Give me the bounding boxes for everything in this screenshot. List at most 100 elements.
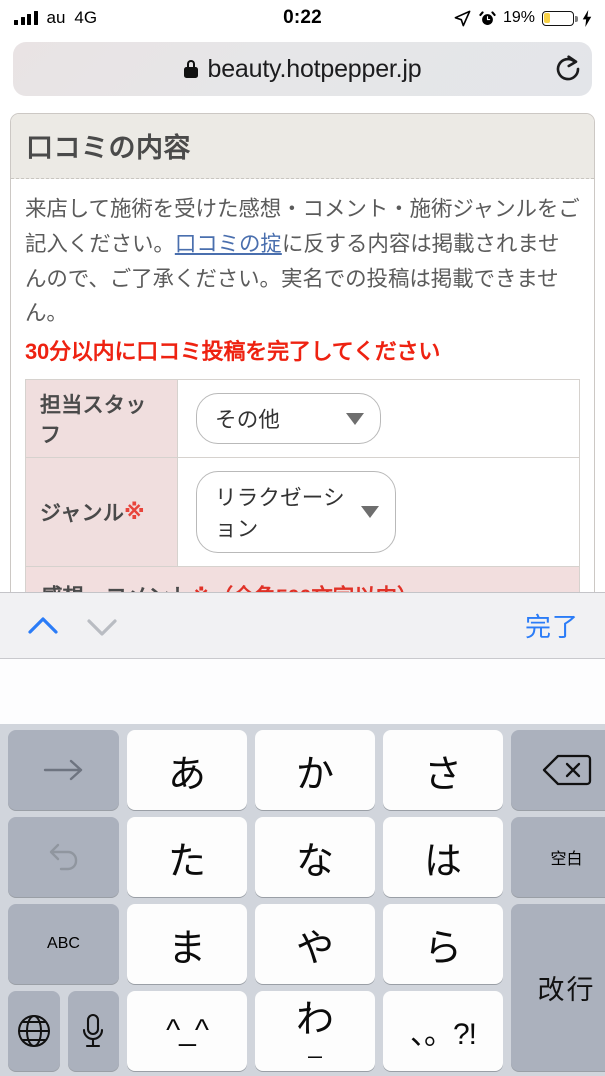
card-body: 来店して施術を受けた感想・コメント・施術ジャンルをご記入ください。口コミの掟に反… [11,179,594,592]
page-title: 口コミの内容 [26,133,191,163]
keyboard-right-column: 空白 改行 [507,730,605,1071]
next-candidate-key[interactable] [8,730,119,810]
comment-section-header: 感想・コメント※（全角500文字以内） [25,567,580,592]
chevron-down-icon[interactable] [81,605,123,647]
status-bar: au 4G 0:22 19% [0,0,605,36]
phone-screen: au 4G 0:22 19% beauty.hotpepper.jp 口コミの内… [0,0,605,1076]
staff-select[interactable]: その他 [196,393,381,445]
label-genre: ジャンル ※ [26,458,178,567]
emoticon-key[interactable]: ^_^ [127,991,247,1071]
key-sa-label: さ [423,753,462,796]
return-key[interactable]: 改行 [511,904,605,1071]
key-ra-label: ら [423,927,462,970]
required-mark-comment: ※ [191,585,212,592]
reload-icon[interactable] [553,54,583,84]
key-na[interactable]: な [255,817,375,897]
charging-bolt-icon [582,9,592,27]
key-a[interactable]: あ [127,730,247,810]
genre-select[interactable]: リラクゼーション [196,471,396,554]
form-row-staff: 担当スタッフ その他 [26,380,579,459]
battery-percent-label: 19% [502,9,535,26]
undo-key[interactable] [8,817,119,897]
key-wa-sub-label: _ [308,1032,322,1060]
dictation-key[interactable] [67,991,119,1071]
globe-icon [17,1015,50,1047]
keyboard-row-1-left [4,730,123,810]
key-ha-label: は [423,840,462,883]
time-limit-warning: 30分以内に口コミ投稿を完了してください [25,339,441,365]
punctuation-key-label: 、。?! [409,1018,477,1051]
key-ka[interactable]: か [255,730,375,810]
done-button[interactable]: 完了 [525,607,579,644]
field-staff: その他 [178,380,579,458]
key-ka-label: か [295,753,334,796]
keyboard-row-2: た な は [123,817,507,897]
keyboard-row-4: ^_^ わ _ 、。?! [123,991,507,1071]
return-key-label: 改行 [537,975,596,1005]
key-ta-label: た [167,840,206,883]
alarm-clock-icon [479,10,496,25]
key-ta[interactable]: た [127,817,247,897]
keyboard-grid: ABC あ か さ た な は ま や ら ^_^ わ _ 、。?! 空白 改行 [4,730,605,1071]
location-arrow-icon [454,10,471,26]
key-wa-stack: わ _ [295,998,334,1060]
comment-label: 感想・コメント [41,585,191,592]
punctuation-key[interactable]: 、。?! [383,991,503,1071]
keyboard-row-4-left [4,991,123,1071]
staff-select-value: その他 [215,408,281,433]
key-ya-label: や [295,927,334,970]
card-header: 口コミの内容 [11,114,594,179]
keyboard-row-2-right: 空白 [507,817,605,897]
key-ya[interactable]: や [255,904,375,984]
space-key-label: 空白 [550,851,583,868]
form-row-genre: ジャンル ※ リラクゼーション [26,458,579,568]
key-wa-label: わ [295,998,334,1041]
keyboard-row-3-left: ABC [4,904,123,984]
keyboard-left-column: ABC [4,730,123,1071]
chevron-down-icon [346,412,364,425]
emoticon-key-label: ^_^ [166,1014,209,1047]
space-key[interactable]: 空白 [511,817,605,897]
key-ra[interactable]: ら [383,904,503,984]
keyboard-accessory-bar: 完了 [0,592,605,659]
keyboard-row-3: ま や ら [123,904,507,984]
accessory-nav-group [22,605,123,647]
review-form-card: 口コミの内容 来店して施術を受けた感想・コメント・施術ジャンルをご記入ください。… [10,113,595,592]
form-description: 来店して施術を受けた感想・コメント・施術ジャンルをご記入ください。口コミの掟に反… [25,192,580,331]
genre-select-value: リラクゼーション [215,486,345,542]
battery-icon [542,10,578,26]
keyboard-rows-3-4-right: 改行 [507,904,605,1071]
backspace-icon [542,754,591,786]
key-a-label: あ [167,753,206,796]
key-sa[interactable]: さ [383,730,503,810]
key-wa[interactable]: わ _ [255,991,375,1071]
abc-mode-key[interactable]: ABC [8,904,119,984]
microphone-icon [83,1013,104,1048]
keyboard-gap-area [0,659,605,724]
key-na-label: な [295,840,334,883]
chevron-down-icon [361,506,379,519]
status-bar-right: 19% [453,9,593,28]
keyboard-row-1: あ か さ [123,730,507,810]
chevron-up-icon[interactable] [22,605,64,647]
backspace-key[interactable] [511,730,605,810]
key-ma-label: ま [167,927,206,970]
lock-icon [183,60,198,78]
undo-arrow-icon [49,843,77,871]
globe-key[interactable] [8,991,60,1071]
keyboard-row-2-left [4,817,123,897]
keyboard-row-1-right [507,730,605,810]
comment-limit-note: （全角500文字以内） [212,585,419,592]
form-table: 担当スタッフ その他 ジャンル ※ リラクゼーション [25,379,580,568]
japanese-kana-keyboard: ABC あ か さ た な は ま や ら ^_^ わ _ 、。?! 空白 改行 [0,724,605,1076]
key-ha[interactable]: は [383,817,503,897]
key-ma[interactable]: ま [127,904,247,984]
url-bar[interactable]: beauty.hotpepper.jp [13,42,592,96]
label-staff-text: 担当スタッフ [40,393,147,447]
required-mark-genre: ※ [124,500,145,524]
review-rules-link[interactable]: 口コミの掟 [175,232,282,256]
abc-mode-label: ABC [47,935,80,952]
arrow-right-icon [43,759,82,781]
browser-toolbar: beauty.hotpepper.jp [0,36,605,102]
web-content: 口コミの内容 来店して施術を受けた感想・コメント・施術ジャンルをご記入ください。… [0,102,605,592]
